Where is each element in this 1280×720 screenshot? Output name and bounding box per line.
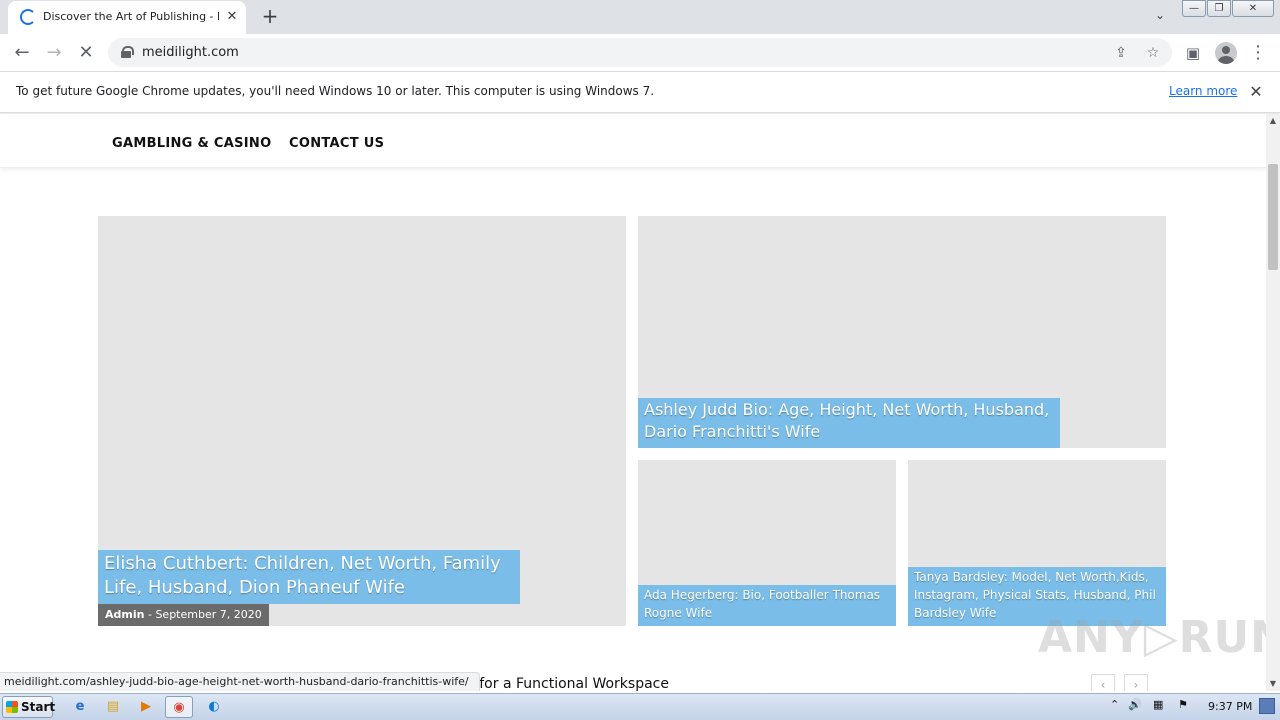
scroll-down-icon[interactable]: ▼ <box>1266 677 1280 691</box>
url-text[interactable]: meidilight.com <box>142 45 239 60</box>
windows-taskbar: Start e ▤ ▶ ◉ ◐ ⌃ 🔊 ▦ ⚑ 9:37 PM <box>0 693 1280 720</box>
chrome-taskbar-icon[interactable]: ◉ <box>165 696 193 718</box>
address-bar[interactable]: meidilight.com ⇪ ☆ <box>108 38 1172 67</box>
show-desktop-button[interactable] <box>1259 698 1275 714</box>
restore-button[interactable]: ❐ <box>1207 0 1231 17</box>
tab-strip: Discover the Art of Publishing - Meidili… <box>0 0 1280 34</box>
site-navigation: GAMBLING & CASINO CONTACT US <box>0 114 1266 168</box>
lock-icon[interactable] <box>121 46 134 58</box>
post-card-tanya-bardsley[interactable]: Tanya Bardsley: Model, Net Worth,Kids, I… <box>908 460 1166 626</box>
page-scrollbar[interactable]: ▲ ▼ <box>1266 114 1280 691</box>
share-icon[interactable]: ⇪ <box>1112 44 1130 62</box>
nav-contact-us[interactable]: CONTACT US <box>289 136 384 151</box>
minimize-button[interactable]: — <box>1182 0 1206 17</box>
post-author[interactable]: Admin <box>105 608 144 621</box>
infobar-message: To get future Google Chrome updates, you… <box>16 84 655 98</box>
update-infobar: To get future Google Chrome updates, you… <box>0 72 1280 113</box>
ticker-prev-button[interactable]: ‹ <box>1091 674 1115 691</box>
meta-separator: - <box>147 608 152 621</box>
scroll-up-icon[interactable]: ▲ <box>1266 114 1280 128</box>
featured-post-meta: Admin - September 7, 2020 <box>98 604 269 626</box>
ticker-next-button[interactable]: › <box>1124 674 1148 691</box>
anyrun-watermark: ANY▷RUN <box>1038 612 1280 663</box>
featured-post-card[interactable]: Elisha Cuthbert: Children, Net Worth, Fa… <box>98 216 626 626</box>
stop-loading-icon[interactable]: ✕ <box>75 42 97 64</box>
window-controls: — ❐ ✕ <box>1182 0 1275 18</box>
tab-search-chevron-icon[interactable]: ⌄ <box>1151 8 1169 26</box>
bookmark-star-icon[interactable]: ☆ <box>1144 44 1162 62</box>
action-center-flag-icon[interactable]: ⚑ <box>1178 698 1188 711</box>
window-close-button[interactable]: ✕ <box>1232 0 1274 17</box>
post-card-ashley-judd[interactable]: Ashley Judd Bio: Age, Height, Net Worth,… <box>638 216 1166 448</box>
status-bar-url: meidilight.com/ashley-judd-bio-age-heigh… <box>0 672 480 691</box>
infobar-close-icon[interactable]: ✕ <box>1246 82 1266 102</box>
learn-more-link[interactable]: Learn more <box>1169 84 1237 98</box>
media-player-icon[interactable]: ▶ <box>132 696 160 718</box>
taskbar-clock[interactable]: 9:37 PM <box>1208 700 1252 713</box>
tab-title: Discover the Art of Publishing - Meidili… <box>43 10 219 23</box>
loading-spinner-icon <box>20 9 36 25</box>
side-panel-icon[interactable]: ▣ <box>1182 42 1204 64</box>
edge-icon[interactable]: ◐ <box>200 696 228 718</box>
post-title-ada-hegerberg[interactable]: Ada Hegerberg: Bio, Footballer Thomas Ro… <box>638 585 896 626</box>
volume-icon[interactable]: 🔊 <box>1128 698 1142 711</box>
chrome-menu-icon[interactable]: ⋮ <box>1247 42 1269 64</box>
start-button[interactable]: Start <box>2 696 55 718</box>
featured-post-title[interactable]: Elisha Cuthbert: Children, Net Worth, Fa… <box>98 550 520 604</box>
new-tab-button[interactable]: + <box>259 6 281 28</box>
forward-arrow-icon[interactable]: → <box>43 42 65 64</box>
post-title-ashley-judd[interactable]: Ashley Judd Bio: Age, Height, Net Worth,… <box>638 398 1060 448</box>
page-viewport: GAMBLING & CASINO CONTACT US Elisha Cuth… <box>0 114 1266 691</box>
profile-avatar-icon[interactable] <box>1215 42 1237 64</box>
browser-tab[interactable]: Discover the Art of Publishing - Meidili… <box>8 1 246 34</box>
post-card-ada-hegerberg[interactable]: Ada Hegerberg: Bio, Footballer Thomas Ro… <box>638 460 896 626</box>
internet-explorer-icon[interactable]: e <box>66 696 94 718</box>
file-explorer-icon[interactable]: ▤ <box>99 696 127 718</box>
browser-toolbar: ← → ✕ meidilight.com ⇪ ☆ ▣ ⋮ <box>0 34 1280 72</box>
network-icon[interactable]: ▦ <box>1153 698 1163 711</box>
tray-overflow-icon[interactable]: ⌃ <box>1110 698 1119 711</box>
scrollbar-thumb[interactable] <box>1268 164 1278 270</box>
nav-gambling-casino[interactable]: GAMBLING & CASINO <box>112 136 271 151</box>
back-arrow-icon[interactable]: ← <box>11 42 33 64</box>
tab-close-icon[interactable]: ✕ <box>223 8 241 26</box>
post-date: September 7, 2020 <box>155 608 262 621</box>
